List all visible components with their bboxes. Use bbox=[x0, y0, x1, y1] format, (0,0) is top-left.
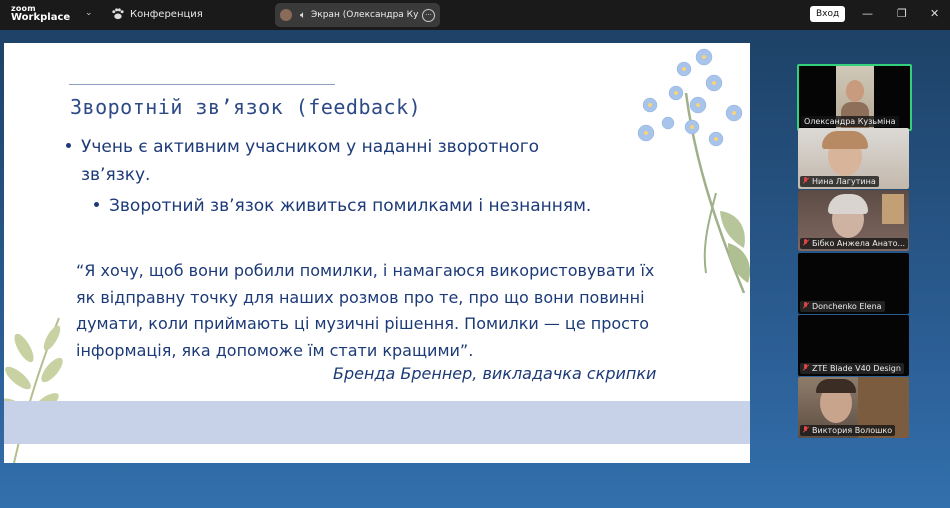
chevron-down-icon[interactable]: ⌄ bbox=[85, 8, 93, 18]
mic-muted-icon bbox=[803, 239, 809, 246]
bullet-2-text: Зворотний зв’язок живиться помилками і н… bbox=[109, 196, 592, 216]
participant-name: Нина Лагутина bbox=[800, 176, 879, 187]
flower-illustration bbox=[637, 48, 750, 293]
quote-text: “Я хочу, щоб вони робили помилки, і нама… bbox=[76, 261, 655, 360]
minimize-icon[interactable]: — bbox=[862, 7, 873, 20]
title-rule bbox=[69, 84, 335, 85]
participant-tile[interactable]: Олександра Кузьміна bbox=[797, 64, 912, 131]
title-bar: zoom Workplace ⌄ Конференция 🔈︎ Экран (О… bbox=[0, 0, 950, 30]
presenter-avatar bbox=[280, 9, 292, 21]
more-options-icon[interactable]: ··· bbox=[422, 8, 435, 22]
mic-muted-icon bbox=[803, 302, 809, 309]
participant-tile[interactable]: Donchenko Elena bbox=[798, 253, 909, 314]
shared-slide: Зворотній зв’язок (feedback) Учень є акт… bbox=[4, 43, 750, 463]
meeting-info-button[interactable]: Конференция bbox=[111, 8, 203, 20]
bullet-1: Учень є активним учасником у наданні зво… bbox=[66, 133, 539, 189]
participant-name: Donchenko Elena bbox=[800, 301, 885, 312]
bullet-1-line-2: зв’язку. bbox=[81, 165, 151, 185]
screen-share-indicator[interactable]: 🔈︎ Экран (Олександра Кузьмін ··· bbox=[275, 3, 440, 27]
close-icon[interactable]: ✕ bbox=[930, 7, 939, 20]
participant-name: Бібко Анжела Анато... bbox=[800, 238, 909, 249]
restore-icon[interactable]: ❐ bbox=[897, 7, 907, 20]
bullet-2: Зворотний зв’язок живиться помилками і н… bbox=[94, 196, 591, 216]
participant-tile[interactable]: Виктория Волошко bbox=[798, 377, 909, 438]
bullet-1-line-1: Учень є активним учасником у наданні зво… bbox=[81, 137, 540, 157]
paw-icon bbox=[112, 8, 124, 20]
participant-tile[interactable]: Нина Лагутина bbox=[798, 128, 909, 189]
bullet-dot bbox=[94, 201, 99, 207]
footer-band bbox=[4, 401, 750, 444]
mic-muted-icon bbox=[803, 426, 809, 433]
bullet-dot bbox=[66, 142, 71, 148]
quote-author: Бренда Бреннер, викладачка скрипки bbox=[333, 364, 657, 383]
zoom-workplace-logo[interactable]: zoom Workplace bbox=[11, 4, 70, 23]
participant-tile[interactable]: ZTE Blade V40 Design bbox=[798, 315, 909, 376]
mic-muted-icon bbox=[803, 364, 809, 371]
participant-name: ZTE Blade V40 Design bbox=[800, 363, 904, 374]
signin-button[interactable]: Вход bbox=[810, 6, 846, 22]
mic-muted-icon bbox=[803, 177, 809, 184]
speaker-icon: 🔈︎ bbox=[300, 9, 306, 21]
participant-name: Виктория Волошко bbox=[800, 425, 896, 436]
participant-name: Олександра Кузьміна bbox=[801, 116, 899, 127]
meeting-label: Конференция bbox=[130, 8, 203, 20]
slide-title: Зворотній зв’язок (feedback) bbox=[70, 95, 422, 119]
participant-tile[interactable]: Бібко Анжела Анато... bbox=[798, 190, 909, 251]
share-title: Экран (Олександра Кузьмін bbox=[311, 10, 419, 20]
